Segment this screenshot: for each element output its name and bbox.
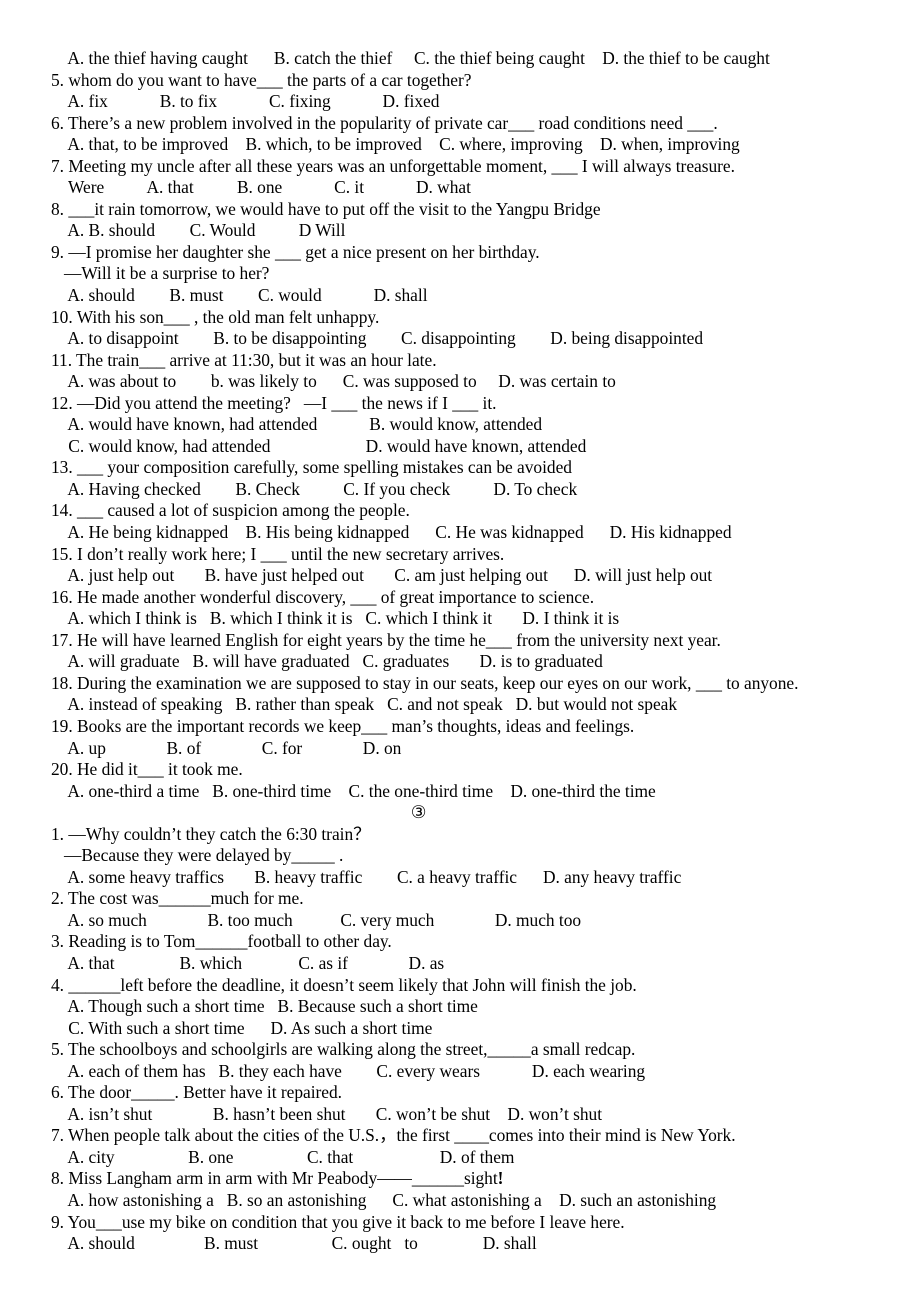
option-line-15: A. just help out B. have just helped out… [51, 565, 713, 586]
question-line-15: 15. I don’t really work here; I ___ unti… [51, 543, 505, 564]
question-line-19: 19. Books are the important records we k… [51, 715, 635, 736]
question-line-12: 12. —Did you attend the meeting? —I ___ … [51, 392, 497, 413]
option-line-p2-4-cd: C. With such a short time D. As such a s… [51, 1017, 433, 1038]
option-line-p2-7: A. city B. one C. that D. of them [51, 1146, 515, 1167]
question-line-p2-6: 6. The door_____. Better have it repaire… [51, 1082, 343, 1103]
question-line-9-reply: —Will it be a surprise to her? [51, 263, 270, 284]
question-line-p2-3: 3. Reading is to Tom______football to ot… [51, 931, 392, 952]
option-line-11: A. was about to b. was likely to C. was … [51, 371, 616, 392]
question-line-20: 20. He did it___ it took me. [51, 759, 243, 780]
option-line-12-ab: A. would have known, had attended B. wou… [51, 414, 543, 435]
question-line-p2-1-reply: —Because they were delayed by_____ . [51, 845, 344, 866]
option-line-5: A. fix B. to fix C. fixing D. fixed [51, 91, 440, 112]
option-line-p2-8: A. how astonishing a B. so an astonishin… [51, 1189, 717, 1210]
option-line-20: A. one-third a time B. one-third time C.… [51, 780, 656, 801]
option-line-19: A. up B. of C. for D. on [51, 737, 402, 758]
question-line-17: 17. He will have learned English for eig… [51, 629, 721, 650]
question-line-9: 9. —I promise her daughter she ___ get a… [51, 241, 540, 262]
option-line-p2-5: A. each of them has B. they each have C.… [51, 1060, 646, 1081]
option-line-7: Were A. that B. one C. it D. what [51, 177, 471, 198]
option-line-p2-1: A. some heavy traffics B. heavy traffic … [51, 866, 682, 887]
part-one-block: A. the thief having caught B. catch the … [51, 48, 891, 802]
question-line-p2-1: 1. —Why couldn’t they catch the 6:30 tra… [51, 823, 371, 844]
section-divider-mark: ③ [410, 802, 427, 823]
option-line-10: A. to disappoint B. to be disappointing … [51, 328, 703, 349]
question-line-13: 13. ___ your composition carefully, some… [51, 457, 572, 478]
question-line-7: 7. Meeting my uncle after all these year… [51, 155, 735, 176]
question-line-14: 14. ___ caused a lot of suspicion among … [51, 500, 410, 521]
option-line-p2-4-ab: A. Though such a short time B. Because s… [51, 996, 478, 1017]
question-line-p2-4: 4. ______left before the deadline, it do… [51, 974, 637, 995]
option-line-18: A. instead of speaking B. rather than sp… [51, 694, 678, 715]
question-line-8: 8. ___it rain tomorrow, we would have to… [51, 198, 601, 219]
question-line-11: 11. The train___ arrive at 11:30, but it… [51, 349, 437, 370]
option-line-p2-6: A. isn’t shut B. hasn’t been shut C. won… [51, 1103, 603, 1124]
question-line-6: 6. There’s a new problem involved in the… [51, 112, 718, 133]
question-line-p2-2: 2. The cost was______much for me. [51, 888, 304, 909]
option-line-p2-9: A. should B. must C. ought to D. shall [51, 1233, 537, 1254]
option-line-6: A. that, to be improved B. which, to be … [51, 134, 740, 155]
question-line-p2-5: 5. The schoolboys and schoolgirls are wa… [51, 1039, 636, 1060]
part-two-block: 1. —Why couldn’t they catch the 6:30 tra… [51, 824, 891, 1255]
option-line-14: A. He being kidnapped B. His being kidna… [51, 522, 732, 543]
question-line-18: 18. During the examination we are suppos… [51, 672, 799, 693]
worksheet-page: A. the thief having caught B. catch the … [0, 0, 920, 1300]
question-line-p2-9: 9. You___use my bike on condition that y… [51, 1211, 625, 1232]
option-line-p2-3: A. that B. which C. as if D. as [51, 952, 445, 973]
question-line-16: 16. He made another wonderful discovery,… [51, 586, 595, 607]
document-body: A. the thief having caught B. catch the … [51, 48, 891, 1255]
option-line-9: A. should B. must C. would D. shall [51, 285, 428, 306]
option-line-12-cd: C. would know, had attended D. would hav… [51, 435, 587, 456]
option-line-17: A. will graduate B. will have graduated … [51, 651, 603, 672]
option-line-16: A. which I think is B. which I think it … [51, 608, 620, 629]
option-line-13: A. Having checked B. Check C. If you che… [51, 478, 578, 499]
option-line: A. the thief having caught B. catch the … [51, 48, 770, 68]
question-line-p2-8-text: 8. Miss Langham arm in arm with Mr Peabo… [51, 1168, 498, 1189]
question-line-p2-8: 8. Miss Langham arm in arm with Mr Peabo… [51, 1168, 891, 1190]
question-line-5: 5. whom do you want to have___ the parts… [51, 69, 472, 90]
question-line-p2-7: 7. When people talk about the cities of … [51, 1125, 736, 1146]
exclamation-mark: ! [497, 1168, 504, 1189]
option-line-8: A. B. should C. Would D Will [51, 220, 346, 241]
question-line-10: 10. With his son___ , the old man felt u… [51, 306, 380, 327]
option-line-p2-2: A. so much B. too much C. very much D. m… [51, 909, 582, 930]
